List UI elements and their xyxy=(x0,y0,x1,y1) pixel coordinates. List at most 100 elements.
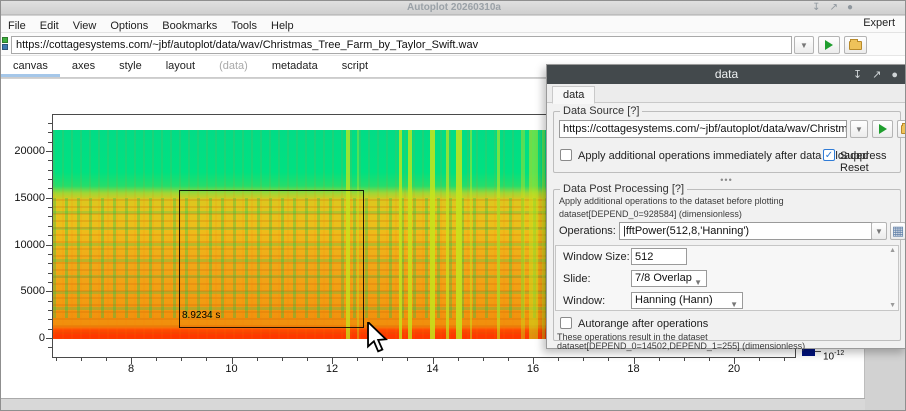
tick-mark xyxy=(48,282,52,283)
dialog-window-controls: ↧ ↗ ● xyxy=(853,65,898,84)
tab-data[interactable]: (data) xyxy=(207,57,260,74)
apply-immediately-checkbox[interactable] xyxy=(560,149,572,161)
play-icon xyxy=(879,124,887,134)
window-size-label: Window Size: xyxy=(563,251,630,263)
tab-script[interactable]: script xyxy=(330,57,380,74)
suppress-reset-checkbox[interactable] xyxy=(823,149,835,161)
tick-mark xyxy=(48,226,52,227)
tick-mark xyxy=(48,179,52,180)
y-axis-tick-label: 20000 xyxy=(5,145,45,157)
tab-layout[interactable]: layout xyxy=(154,57,207,74)
colorbar-label: 10-12 xyxy=(823,350,844,362)
selection-box: 8.9234 s xyxy=(179,190,364,328)
tick-mark xyxy=(257,358,258,361)
autorange-checkbox[interactable] xyxy=(560,317,572,329)
tick-mark xyxy=(156,358,157,361)
tick-mark xyxy=(458,358,459,361)
dialog-dock-icon[interactable]: ↧ xyxy=(853,68,862,81)
autorange-label: Autorange after operations xyxy=(578,318,708,330)
folder-icon xyxy=(849,41,862,50)
dialog-titlebar[interactable]: data ↧ ↗ ● xyxy=(547,65,906,84)
x-axis-tick-label: 16 xyxy=(527,363,539,375)
window-label: Window: xyxy=(563,295,605,307)
tick-mark xyxy=(48,273,52,274)
tick-mark xyxy=(48,254,52,255)
tick-mark xyxy=(48,310,52,311)
x-axis-tick-label: 18 xyxy=(627,363,639,375)
tick-mark xyxy=(48,216,52,217)
suppress-reset-label: Suppress Reset xyxy=(840,150,906,174)
tick-mark xyxy=(46,291,52,292)
tick-mark xyxy=(407,358,408,361)
tick-mark xyxy=(508,358,509,361)
dock-icon[interactable]: ↧ xyxy=(812,1,820,15)
chevron-down-icon: ▼ xyxy=(875,227,883,236)
tick-mark xyxy=(784,358,785,361)
tick-mark xyxy=(46,198,52,199)
post-processing-group-label: Data Post Processing [?] xyxy=(560,183,687,195)
autoplot-window: Autoplot 20260310a ↧ ↗ ● FileEditViewOpt… xyxy=(0,0,906,411)
mouse-cursor-icon xyxy=(366,322,388,353)
tick-mark xyxy=(608,358,609,361)
tick-mark xyxy=(106,358,107,361)
window-size-input[interactable]: 512 xyxy=(631,248,687,265)
tab-metadata[interactable]: metadata xyxy=(260,57,330,74)
input-dataset-text: dataset[DEPEND_0=928584] (dimensionless) xyxy=(559,209,742,219)
play-icon xyxy=(825,40,833,50)
window-titlebar: Autoplot 20260310a xyxy=(1,1,906,15)
operations-input[interactable]: |fftPower(512,8,'Hanning') xyxy=(619,222,872,240)
expert-mode-label[interactable]: Expert xyxy=(863,17,895,29)
slide-select[interactable]: 7/8 Overlap ▼ xyxy=(631,270,707,287)
tick-mark xyxy=(81,358,82,361)
scroll-down-icon[interactable]: ▼ xyxy=(889,302,896,309)
tick-mark xyxy=(709,358,710,361)
post-processing-description: Apply additional operations to the datas… xyxy=(559,196,784,206)
scroll-up-icon[interactable]: ▲ xyxy=(889,247,896,254)
dialog-maximize-icon[interactable]: ↗ xyxy=(872,68,881,81)
dialog-url-input[interactable]: https://cottagesystems.com/~jbf/autoplot… xyxy=(559,120,847,138)
operations-label: Operations: xyxy=(559,225,616,237)
maximize-icon[interactable]: ↗ xyxy=(830,1,838,15)
y-axis-tick-label: 15000 xyxy=(5,192,45,204)
dialog-tab-data[interactable]: data xyxy=(552,86,595,104)
chevron-down-icon: ▼ xyxy=(855,125,863,134)
tab-axes[interactable]: axes xyxy=(60,57,107,74)
tick-mark xyxy=(48,207,52,208)
dialog-close-icon[interactable]: ● xyxy=(891,69,898,81)
operations-dropdown-button[interactable]: ▼ xyxy=(871,222,887,240)
address-input[interactable]: https://cottagesystems.com/~jbf/autoplot… xyxy=(11,36,792,54)
status-bar xyxy=(1,398,865,411)
datasource-type-icon xyxy=(2,37,9,51)
operations-editor-button[interactable]: ▦ xyxy=(890,222,906,240)
tick-mark xyxy=(56,358,57,361)
dialog-tab-strip: data xyxy=(547,84,906,103)
tick-mark xyxy=(583,358,584,361)
selection-annotation: 8.9234 s xyxy=(182,310,220,321)
tick-mark xyxy=(46,151,52,152)
dialog-open-file-button[interactable] xyxy=(897,120,906,138)
tick-mark xyxy=(357,358,358,361)
tick-mark xyxy=(48,347,52,348)
menu-bar: FileEditViewOptionsBookmarksToolsHelp xyxy=(1,16,906,33)
x-axis-tick-label: 8 xyxy=(128,363,134,375)
go-button[interactable] xyxy=(818,36,840,54)
dialog-go-button[interactable] xyxy=(872,120,893,138)
tick-mark xyxy=(558,358,559,361)
tick-mark xyxy=(382,358,383,361)
tab-style[interactable]: style xyxy=(107,57,154,74)
address-dropdown-button[interactable]: ▼ xyxy=(794,36,814,54)
open-file-button[interactable] xyxy=(844,36,867,54)
tick-mark xyxy=(206,358,207,361)
x-axis-tick-label: 10 xyxy=(225,363,237,375)
tick-mark xyxy=(48,319,52,320)
tab-canvas[interactable]: canvas xyxy=(1,57,60,77)
window-select[interactable]: Hanning (Hann) ▼ xyxy=(631,292,743,309)
dialog-url-dropdown-button[interactable]: ▼ xyxy=(850,120,868,138)
tick-mark xyxy=(759,358,760,361)
close-icon[interactable]: ● xyxy=(847,1,853,15)
tick-mark xyxy=(48,263,52,264)
data-dialog: data ↧ ↗ ● data Data Source [?] https://… xyxy=(546,64,906,349)
tick-mark xyxy=(48,160,52,161)
tick-mark xyxy=(48,142,52,143)
tick-mark xyxy=(48,235,52,236)
